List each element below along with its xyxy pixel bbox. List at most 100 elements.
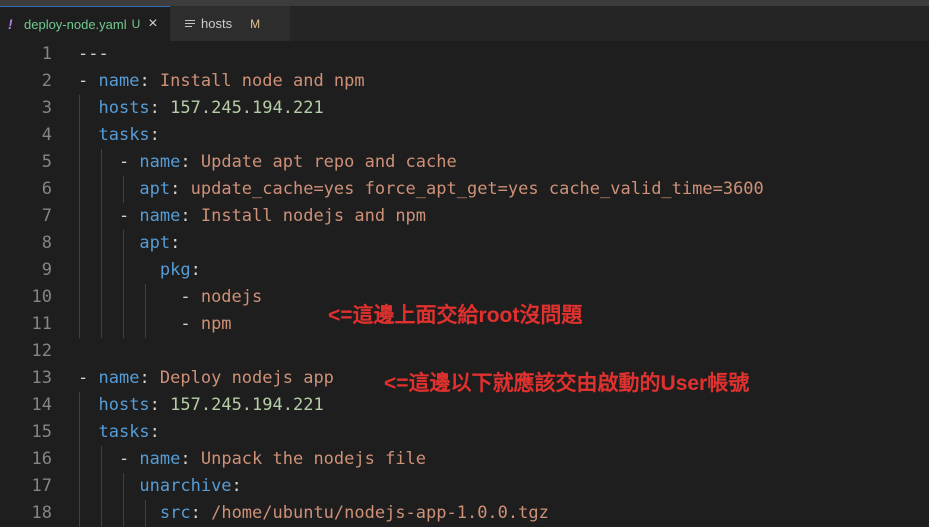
tab-label: deploy-node.yaml: [24, 16, 127, 32]
code-token: :: [231, 476, 242, 496]
line-code: - npm: [78, 311, 232, 338]
code-token: Deploy nodejs app: [159, 368, 334, 388]
code-token: :: [139, 368, 160, 388]
code-token: update_cache=yes force_apt_get=yes cache…: [190, 179, 764, 199]
code-line[interactable]: 15 tasks:: [0, 419, 929, 446]
code-token: unarchive: [139, 476, 232, 496]
code-token: name: [139, 449, 181, 469]
code-line[interactable]: 18 src: /home/ubuntu/nodejs-app-1.0.0.tg…: [0, 500, 929, 527]
code-line[interactable]: 7 - name: Install nodejs and npm: [0, 203, 929, 230]
line-number: 15: [31, 422, 52, 442]
code-token: :: [190, 503, 212, 523]
tab-label: hosts: [201, 16, 233, 31]
code-token: :: [190, 260, 201, 280]
code-line[interactable]: 5 - name: Update apt repo and cache: [0, 149, 929, 176]
close-icon[interactable]: ×: [148, 15, 157, 33]
line-number: 7: [41, 206, 52, 226]
tab-deploy-node-yaml[interactable]: ! deploy-node.yaml U ×: [0, 6, 170, 41]
line-number: 8: [41, 233, 52, 253]
code-line[interactable]: 1 ---: [0, 41, 929, 68]
line-code: tasks:: [78, 419, 160, 446]
code-token: apt: [139, 179, 171, 199]
code-token: :: [149, 125, 160, 145]
line-code: src: /home/ubuntu/nodejs-app-1.0.0.tgz: [78, 500, 549, 527]
modified-badge: M: [250, 16, 261, 31]
code-line[interactable]: 12: [0, 338, 929, 365]
line-code: - name: Deploy nodejs app: [78, 365, 334, 392]
code-token: :: [180, 152, 201, 172]
code-token: -: [78, 368, 99, 388]
code-line[interactable]: 8 apt:: [0, 230, 929, 257]
line-code: - name: Install nodejs and npm: [78, 203, 426, 230]
line-code: tasks:: [78, 122, 160, 149]
code-token: nodejs: [200, 287, 263, 307]
code-line[interactable]: 6 apt: update_cache=yes force_apt_get=ye…: [0, 176, 929, 203]
code-token: name: [98, 368, 140, 388]
code-token: :: [180, 449, 201, 469]
code-token: 157.245.194.221: [170, 395, 324, 415]
code-token: Unpack the nodejs file: [200, 449, 427, 469]
line-number: 5: [41, 152, 52, 172]
code-line[interactable]: 17 unarchive:: [0, 473, 929, 500]
code-token: name: [139, 206, 181, 226]
code-token: Install nodejs and npm: [200, 206, 427, 226]
code-token: hosts: [98, 395, 150, 415]
code-token: npm: [200, 314, 232, 334]
line-number: 11: [31, 314, 52, 334]
code-token: name: [139, 152, 181, 172]
line-code: unarchive:: [78, 473, 242, 500]
code-token: :: [139, 71, 160, 91]
line-number: 18: [31, 503, 52, 523]
line-number: 9: [41, 260, 52, 280]
line-number: 13: [31, 368, 52, 388]
untracked-badge: U: [131, 17, 141, 31]
line-code: pkg:: [78, 257, 201, 284]
line-code: hosts: 157.245.194.221: [78, 95, 324, 122]
annotation-root-ok: <=這邊上面交給root沒問題: [328, 304, 583, 327]
code-token: -: [78, 206, 140, 226]
code-token: apt: [139, 233, 171, 253]
line-number: 10: [31, 287, 52, 307]
code-token: 157.245.194.221: [170, 98, 324, 118]
line-code: - name: Unpack the nodejs file: [78, 446, 426, 473]
code-editor[interactable]: 1 --- 2- name: Install node and npm 3 hosts…: [0, 41, 929, 527]
code-token: /home/ubuntu/nodejs-app-1.0.0.tgz: [211, 503, 549, 523]
list-icon: [185, 19, 195, 29]
code-line[interactable]: 3 hosts: 157.245.194.221: [0, 95, 929, 122]
code-token: :: [170, 179, 191, 199]
yaml-file-icon: !: [8, 16, 13, 32]
code-token: Update apt repo and cache: [200, 152, 457, 172]
code-line[interactable]: 16 - name: Unpack the nodejs file: [0, 446, 929, 473]
code-token: :: [149, 422, 160, 442]
code-token: :: [180, 206, 201, 226]
line-code: ---: [78, 41, 109, 68]
code-token: Install node and npm: [159, 71, 365, 91]
line-number: 2: [41, 71, 52, 91]
line-code: - name: Install node and npm: [78, 68, 365, 95]
code-token: :: [149, 98, 171, 118]
line-number: 3: [41, 98, 52, 118]
code-line[interactable]: 2 - name: Install node and npm: [0, 68, 929, 95]
line-number: 1: [41, 44, 52, 64]
tab-hosts[interactable]: hosts M: [170, 6, 290, 41]
code-line[interactable]: 9 pkg:: [0, 257, 929, 284]
line-number: 17: [31, 476, 52, 496]
code-line[interactable]: 4 tasks:: [0, 122, 929, 149]
code-token: -: [78, 71, 99, 91]
line-code: apt: update_cache=yes force_apt_get=yes …: [78, 176, 764, 203]
code-token: ---: [78, 44, 109, 64]
line-code: - nodejs: [78, 284, 262, 311]
line-number: 16: [31, 449, 52, 469]
code-token: tasks: [98, 125, 150, 145]
code-token: hosts: [98, 98, 150, 118]
line-code: - name: Update apt repo and cache: [78, 149, 457, 176]
